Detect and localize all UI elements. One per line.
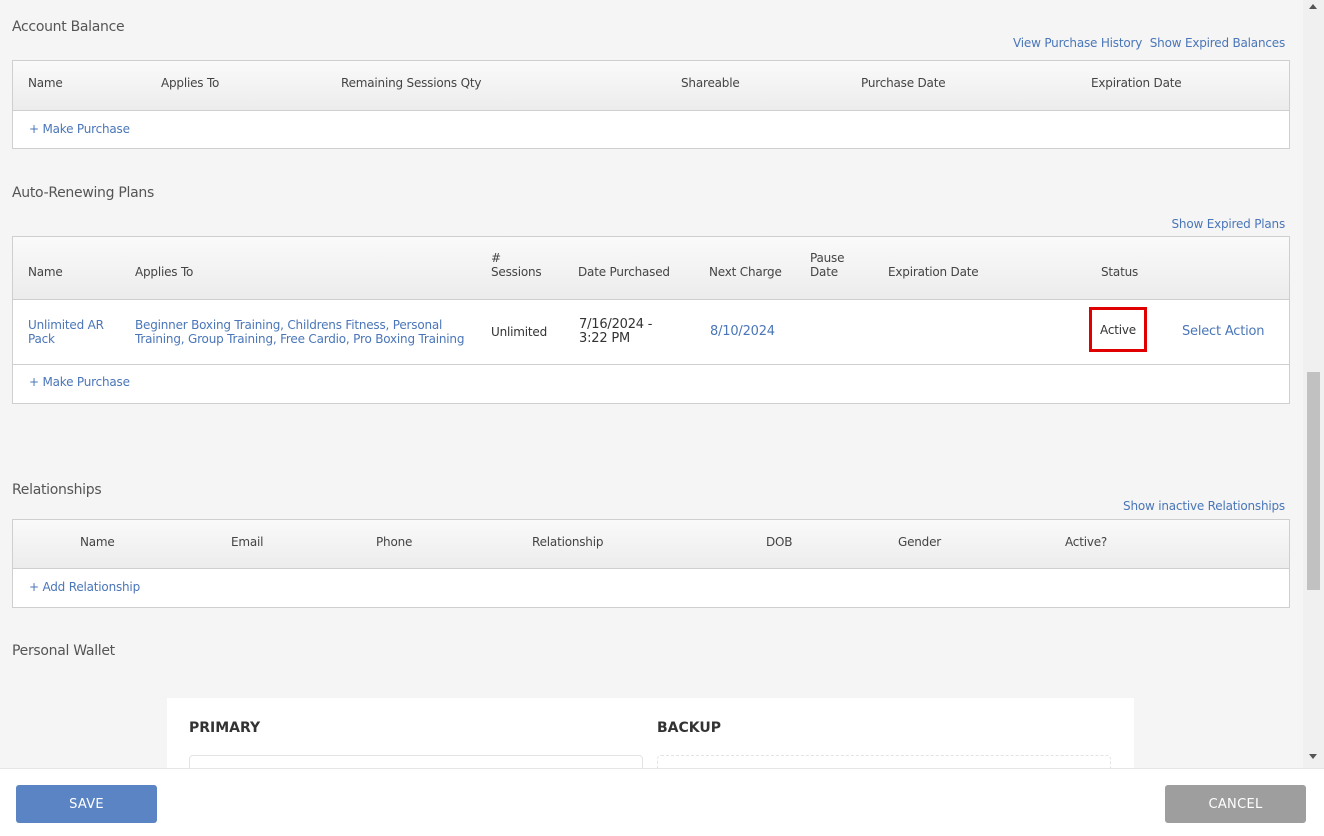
show-inactive-relationships-link[interactable]: Show inactive Relationships <box>1123 499 1285 513</box>
plan-name-link[interactable]: Unlimited AR Pack <box>28 318 118 346</box>
add-relationship-link[interactable]: + Add Relationship <box>29 580 140 594</box>
primary-card-slot[interactable] <box>189 755 643 768</box>
col-applies-to: Applies To <box>161 76 220 90</box>
table-header: Name Email Phone Relationship DOB Gender… <box>13 520 1289 569</box>
show-expired-plans-link[interactable]: Show Expired Plans <box>1172 217 1286 231</box>
cancel-button[interactable]: CANCEL <box>1165 785 1306 823</box>
personal-wallet-title: Personal Wallet <box>12 643 115 659</box>
col-expiration-date: Expiration Date <box>888 265 979 279</box>
view-purchase-history-link[interactable]: View Purchase History <box>1013 36 1142 50</box>
vertical-scrollbar[interactable] <box>1303 0 1324 768</box>
sessions-value: Unlimited <box>491 325 547 339</box>
status-badge: Active <box>1089 307 1147 352</box>
col-name: Name <box>28 76 63 90</box>
make-purchase-link[interactable]: + Make Purchase <box>29 122 130 136</box>
save-button[interactable]: SAVE <box>16 785 157 823</box>
select-action-link[interactable]: Select Action <box>1182 325 1265 339</box>
col-remaining-sessions: Remaining Sessions Qty <box>341 76 482 90</box>
col-applies-to: Applies To <box>135 265 194 279</box>
auto-renewing-title: Auto-Renewing Plans <box>12 185 154 201</box>
col-name: Name <box>80 535 115 549</box>
col-status: Status <box>1101 265 1139 279</box>
account-balance-table: Name Applies To Remaining Sessions Qty S… <box>12 60 1290 149</box>
account-balance-links: View Purchase History Show Expired Balan… <box>1009 36 1285 50</box>
auto-renewing-links: Show Expired Plans <box>1168 217 1286 231</box>
col-active: Active? <box>1065 535 1108 549</box>
show-expired-balances-link[interactable]: Show Expired Balances <box>1150 36 1285 50</box>
footer-bar: SAVE CANCEL <box>0 768 1324 836</box>
col-dob: DOB <box>766 535 793 549</box>
applies-to-link[interactable]: Beginner Boxing Training, Childrens Fitn… <box>135 318 465 346</box>
table-header: Name Applies To # Sessions Date Purchase… <box>13 237 1289 300</box>
col-sessions: # Sessions <box>491 251 542 279</box>
col-expiration-date: Expiration Date <box>1091 76 1182 90</box>
table-header: Name Applies To Remaining Sessions Qty S… <box>13 61 1289 111</box>
col-purchase-date: Purchase Date <box>861 76 946 90</box>
col-name: Name <box>28 265 63 279</box>
scroll-up-icon[interactable] <box>1309 4 1317 9</box>
account-balance-title: Account Balance <box>12 19 125 35</box>
col-date-purchased: Date Purchased <box>578 265 670 279</box>
scroll-down-icon[interactable] <box>1309 754 1317 759</box>
relationships-title: Relationships <box>12 482 102 498</box>
relationships-table: Name Email Phone Relationship DOB Gender… <box>12 519 1290 608</box>
primary-heading: PRIMARY <box>189 720 261 736</box>
wallet-panel: PRIMARY BACKUP <box>167 698 1134 768</box>
status-value: Active <box>1100 322 1136 337</box>
col-next-charge: Next Charge <box>709 265 782 279</box>
col-gender: Gender <box>898 535 942 549</box>
col-email: Email <box>231 535 264 549</box>
backup-card-slot[interactable] <box>657 755 1111 768</box>
relationships-links: Show inactive Relationships <box>1119 499 1285 513</box>
col-pause-date: Pause Date <box>810 251 845 279</box>
make-purchase-link[interactable]: + Make Purchase <box>29 375 130 389</box>
col-shareable: Shareable <box>681 76 740 90</box>
table-row: Unlimited AR Pack Beginner Boxing Traini… <box>13 300 1289 365</box>
col-relationship: Relationship <box>532 535 604 549</box>
scrollbar-thumb[interactable] <box>1307 372 1320 590</box>
next-charge-link[interactable]: 8/10/2024 <box>710 325 775 339</box>
auto-renewing-table: Name Applies To # Sessions Date Purchase… <box>12 236 1290 404</box>
col-phone: Phone <box>376 535 413 549</box>
scroll-content: Account Balance View Purchase History Sh… <box>0 0 1303 768</box>
backup-heading: BACKUP <box>657 720 722 736</box>
date-purchased-value: 7/16/2024 - 3:22 PM <box>579 317 653 346</box>
